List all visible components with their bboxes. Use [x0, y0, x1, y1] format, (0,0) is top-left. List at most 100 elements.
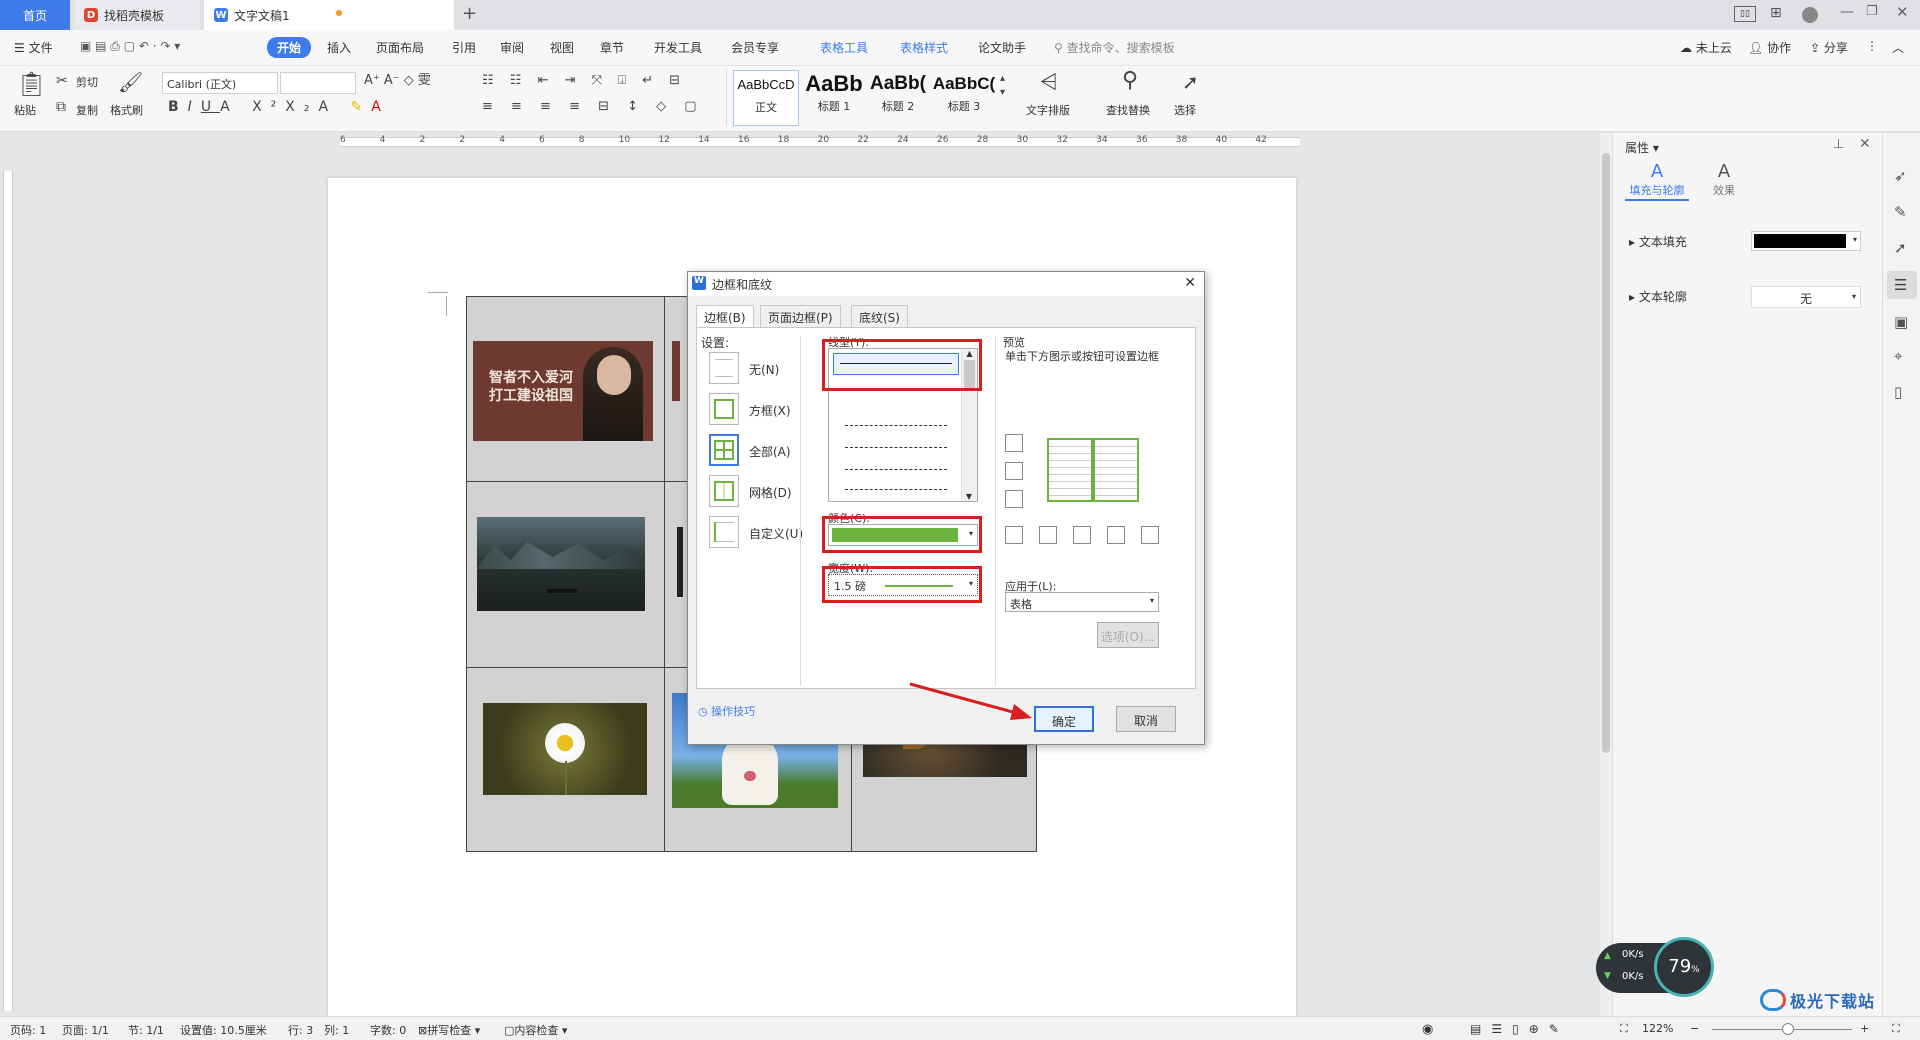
tab-page-border[interactable]: 页面边框(P)	[760, 305, 841, 327]
memory-gauge[interactable]: 79%	[1654, 937, 1714, 997]
border-middle-vertical-button[interactable]	[1073, 526, 1091, 544]
find-replace-button[interactable]: 查找替换	[1106, 102, 1150, 118]
font-size-buttons[interactable]: A⁺ A⁻ ◇ 雯	[364, 74, 431, 88]
menu-insert[interactable]: 插入	[327, 39, 351, 56]
avatar[interactable]	[1802, 7, 1818, 23]
rocket-icon[interactable]: ➶	[1894, 167, 1907, 185]
setting-none[interactable]: 无(N)	[709, 352, 809, 388]
font-name-select[interactable]: Calibri (正文)	[162, 72, 278, 94]
menu-view[interactable]: 视图	[550, 39, 574, 56]
status-page-number[interactable]: 页码: 1	[10, 1022, 46, 1038]
font-format-buttons[interactable]: BIUA X²X₂A ✎A	[168, 100, 390, 114]
collapse-ribbon-icon[interactable]: ︿	[1892, 39, 1904, 56]
poster-image[interactable]: 智者不入爱河 打工建设祖国	[473, 341, 653, 441]
panel-title[interactable]: 属性 ▾	[1625, 139, 1659, 156]
tab-borders[interactable]: 边框(B)	[696, 305, 754, 327]
river-landscape-image[interactable]	[477, 517, 645, 611]
cloud-status[interactable]: ☁ 未上云	[1680, 39, 1732, 56]
list-buttons[interactable]: ☷ ☷ ⇤ ⇥ ⤧ ⍗ ↵ ⊟	[482, 74, 686, 88]
zoom-level[interactable]: 122%	[1642, 1022, 1673, 1035]
image-tool-icon[interactable]: ▣	[1894, 313, 1908, 331]
book-icon[interactable]: ▯	[1894, 383, 1902, 401]
grid-apps-icon[interactable]: ⊞	[1770, 5, 1782, 21]
more-icon[interactable]: ⋮	[1866, 39, 1878, 53]
close-window-icon[interactable]: ✕	[1896, 3, 1909, 21]
status-words[interactable]: 字数: 0	[370, 1022, 406, 1038]
paste-icon[interactable]: 📋︎	[16, 72, 46, 96]
line-style-dashdotdot[interactable]	[845, 489, 947, 490]
content-check-button[interactable]: ▢内容检查 ▾	[504, 1022, 567, 1038]
cancel-button[interactable]: 取消	[1116, 706, 1176, 732]
menu-chapter[interactable]: 章节	[600, 39, 624, 56]
fullscreen-icon[interactable]: ⛶	[1892, 1022, 1900, 1036]
quick-access-icons[interactable]: ▣ ▤ ⎙ ▢ ↶ · ↷ ▾	[80, 39, 180, 54]
menu-layout[interactable]: 页面布局	[376, 39, 424, 56]
menu-paper-assistant[interactable]: 论文助手	[978, 39, 1026, 56]
pin-icon[interactable]: ⊥	[1833, 137, 1844, 152]
border-left-button[interactable]	[1039, 526, 1057, 544]
close-panel-icon[interactable]: ✕	[1859, 136, 1871, 152]
options-button[interactable]: 选项(O)...	[1097, 622, 1159, 648]
new-tab-button[interactable]: +	[462, 3, 477, 24]
menu-developer[interactable]: 开发工具	[654, 39, 702, 56]
border-diagonal-up-button[interactable]	[1005, 526, 1023, 544]
restore-icon[interactable]: ❐	[1866, 4, 1878, 19]
font-size-select[interactable]	[280, 72, 356, 94]
text-outline-row[interactable]: ▸ 文本轮廓	[1629, 288, 1687, 305]
style-heading-2[interactable]: AaBb( 标题 2	[866, 70, 930, 126]
daisy-flower-image[interactable]	[483, 703, 647, 795]
setting-grid[interactable]: 网格(D)	[709, 475, 809, 511]
setting-custom[interactable]: 自定义(U)	[709, 516, 809, 552]
location-icon[interactable]: ⌖	[1894, 347, 1902, 365]
border-diagonal-down-button[interactable]	[1141, 526, 1159, 544]
scroll-down-icon[interactable]: ▼	[962, 492, 976, 501]
text-fill-row[interactable]: ▸ 文本填充	[1629, 233, 1687, 250]
paragraph-buttons[interactable]: ≡ ≡ ≡ ≡ ⊟ ↕ ◇ ▢	[482, 100, 704, 114]
line-style-dotted[interactable]	[845, 425, 947, 426]
dialog-close-icon[interactable]: ✕	[1184, 275, 1196, 291]
format-painter-button[interactable]: 格式刷	[110, 102, 143, 118]
paste-button[interactable]: 粘贴	[14, 102, 36, 118]
apply-to-select[interactable]: 表格 ▾	[1005, 592, 1159, 612]
tab-document[interactable]: W 文字文稿1	[204, 0, 454, 30]
setting-all[interactable]: 全部(A)	[709, 434, 809, 470]
setting-box[interactable]: 方框(X)	[709, 393, 809, 429]
file-menu[interactable]: ☰ 文件	[14, 39, 53, 56]
style-heading-3[interactable]: AaBbC( 标题 3	[930, 70, 998, 126]
tab-shading[interactable]: 底纹(S)	[851, 305, 908, 327]
vertical-scrollbar[interactable]	[1600, 133, 1612, 1016]
tips-link[interactable]: ◷ 操作技巧	[698, 703, 755, 719]
spell-check-button[interactable]: ⊠拼写检查 ▾	[418, 1022, 480, 1038]
sliders-tool[interactable]: ☰	[1887, 271, 1917, 299]
zoom-in-icon[interactable]: +	[1860, 1022, 1869, 1035]
menu-review[interactable]: 审阅	[500, 39, 524, 56]
cursor-icon[interactable]: ➚	[1894, 239, 1907, 257]
style-heading-1[interactable]: AaBb 标题 1	[802, 70, 866, 126]
menu-table-tools[interactable]: 表格工具	[820, 39, 868, 56]
menu-reference[interactable]: 引用	[452, 39, 476, 56]
text-fill-color-select[interactable]: ▾	[1751, 231, 1861, 251]
tab-template[interactable]: D 找稻壳模板	[74, 0, 200, 30]
menu-member[interactable]: 会员专享	[731, 39, 779, 56]
border-middle-horizontal-button[interactable]	[1005, 462, 1023, 480]
copy-button[interactable]: 复制	[76, 102, 98, 118]
zoom-out-icon[interactable]: −	[1690, 1022, 1699, 1035]
text-layout-button[interactable]: 文字排版	[1026, 102, 1070, 118]
line-style-dashed[interactable]	[845, 447, 947, 448]
style-normal[interactable]: AaBbCcD 正文	[733, 70, 799, 126]
command-search[interactable]: ⚲ 查找命令、搜索模板	[1054, 39, 1175, 56]
select-button[interactable]: 选择	[1174, 102, 1196, 118]
zoom-slider-thumb[interactable]	[1782, 1023, 1794, 1035]
minimize-icon[interactable]: —	[1840, 4, 1854, 20]
ok-button[interactable]: 确定	[1034, 706, 1094, 732]
view-mode-icons[interactable]: ▤☰▯⊕✎	[1470, 1022, 1569, 1036]
collab-button[interactable]: 👤︎ 协作	[1748, 39, 1791, 56]
fit-page-icon[interactable]: ⛶	[1620, 1022, 1628, 1036]
scroll-thumb[interactable]	[1602, 153, 1610, 753]
tab-home[interactable]: 首页	[0, 0, 70, 30]
border-preview[interactable]	[1047, 438, 1139, 502]
eye-protect-icon[interactable]: ◉	[1422, 1022, 1433, 1037]
styles-scroll-icon[interactable]: ▴ ▾	[1000, 72, 1005, 100]
pen-icon[interactable]: ✎	[1894, 203, 1907, 221]
border-bottom-button[interactable]	[1005, 490, 1023, 508]
